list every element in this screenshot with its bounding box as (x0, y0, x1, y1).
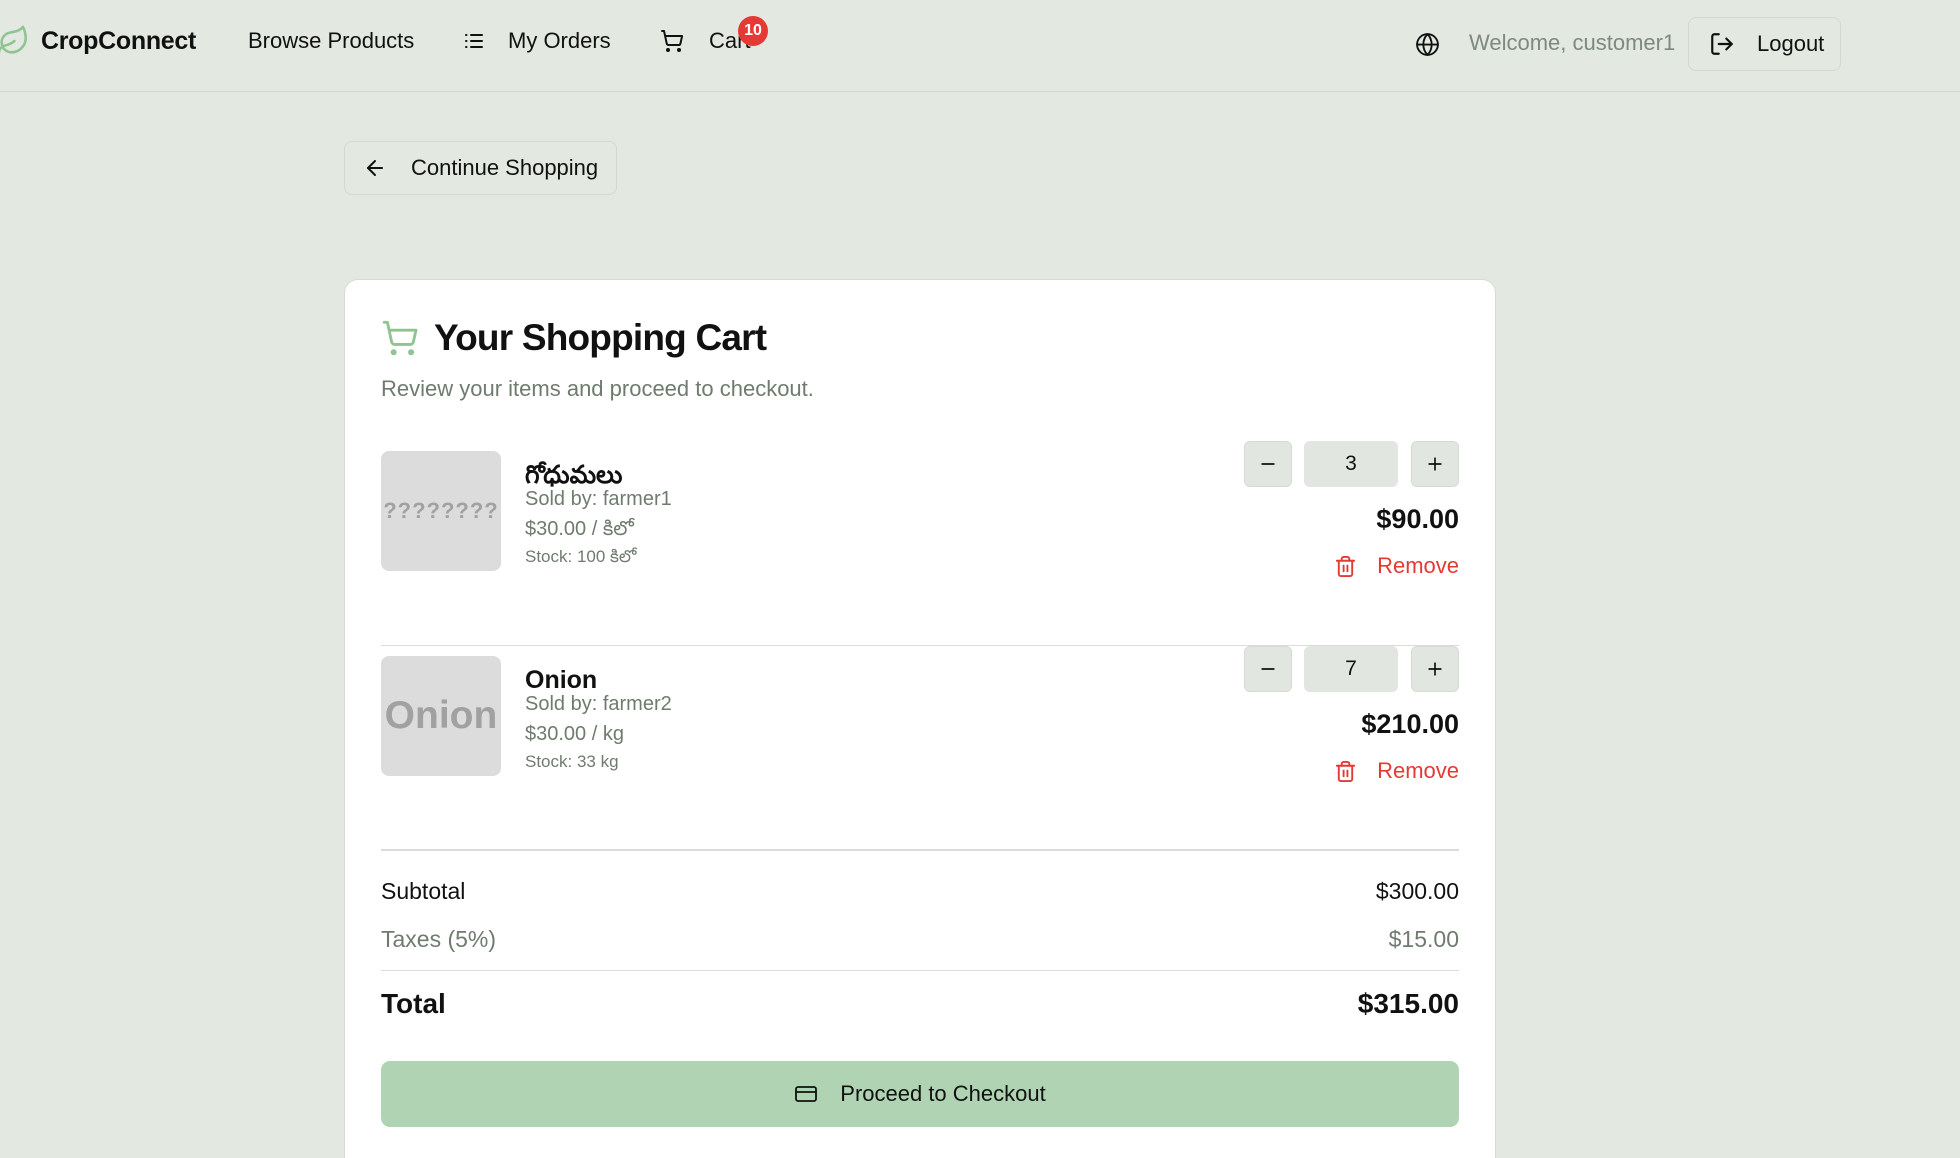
logout-icon (1711, 33, 1733, 55)
welcome-text: Welcome, customer1 (1469, 30, 1676, 55)
product-stock: Stock: 100 కిలో (525, 547, 637, 566)
cart-item: ???????? గోధుమలు Sold by: farmer1 $30.00… (381, 441, 1459, 646)
remove-item-button[interactable]: Remove (1334, 758, 1459, 784)
cart-card: Your Shopping Cart Review your items and… (344, 279, 1496, 1158)
arrow-left-icon (367, 160, 383, 176)
nav-orders-label: My Orders (508, 28, 611, 53)
page-subtitle: Review your items and proceed to checkou… (381, 376, 814, 401)
logout-label: Logout (1757, 31, 1825, 56)
nav-my-orders[interactable]: My Orders (462, 28, 611, 54)
product-stock: Stock: 33 kg (525, 752, 619, 771)
summary-divider (381, 849, 1459, 850)
total-label: Total (381, 988, 446, 1019)
top-navbar: CropConnect Browse Products My Orders Ca… (0, 0, 1960, 92)
product-image: ???????? (381, 451, 501, 571)
cart-item: Onion Onion Sold by: farmer2 $30.00 / kg… (381, 646, 1459, 851)
increase-quantity-button[interactable] (1411, 441, 1459, 487)
total-value: $315.00 (1357, 988, 1459, 1019)
remove-label: Remove (1377, 758, 1459, 783)
quantity-input[interactable]: 3 (1304, 441, 1398, 487)
list-icon (465, 34, 483, 48)
page-title: Your Shopping Cart (434, 317, 767, 358)
globe-icon[interactable] (1415, 32, 1440, 57)
tax-value: $15.00 (1388, 926, 1459, 952)
plus-icon (1428, 662, 1442, 676)
minus-icon (1261, 668, 1275, 670)
nav-browse-products[interactable]: Browse Products (248, 28, 414, 54)
cart-title-row: Your Shopping Cart (381, 317, 767, 359)
trash-icon (1335, 760, 1356, 782)
logout-button[interactable]: Logout (1688, 17, 1841, 71)
cart-icon (661, 30, 684, 52)
brand-name: CropConnect (41, 26, 197, 55)
proceed-to-checkout-button[interactable]: Proceed to Checkout (381, 1061, 1459, 1127)
checkout-label: Proceed to Checkout (840, 1081, 1046, 1106)
quantity-input[interactable]: 7 (1304, 646, 1398, 692)
remove-item-button[interactable]: Remove (1334, 553, 1459, 579)
credit-card-icon (795, 1086, 818, 1102)
nav-cart[interactable]: Cart (660, 28, 751, 54)
remove-label: Remove (1377, 553, 1459, 578)
product-price: $30.00 / కిలో (525, 518, 634, 540)
line-total: $90.00 (1376, 504, 1459, 534)
continue-shopping-label: Continue Shopping (411, 155, 599, 180)
cart-icon (382, 320, 418, 356)
leaf-icon (0, 25, 28, 55)
cart-count-badge: 10 (738, 16, 768, 46)
product-seller: Sold by: farmer2 (525, 693, 672, 715)
trash-icon (1335, 555, 1356, 577)
tax-label: Taxes (5%) (381, 926, 497, 952)
increase-quantity-button[interactable] (1411, 646, 1459, 692)
minus-icon (1261, 463, 1275, 465)
product-image: Onion (381, 656, 501, 776)
product-seller: Sold by: farmer1 (525, 488, 672, 510)
brand[interactable]: CropConnect (0, 24, 196, 58)
total-row: Total $315.00 (381, 988, 1459, 1020)
nav-browse-label: Browse Products (248, 28, 415, 53)
continue-shopping-button[interactable]: Continue Shopping (344, 141, 617, 195)
subtotal-row: Subtotal $300.00 (381, 878, 1459, 905)
tax-row: Taxes (5%) $15.00 (381, 926, 1459, 953)
product-price: $30.00 / kg (525, 723, 624, 745)
product-name: Onion (525, 666, 598, 694)
decrease-quantity-button[interactable] (1244, 441, 1292, 487)
subtotal-value: $300.00 (1375, 878, 1459, 904)
plus-icon (1428, 457, 1442, 471)
line-total: $210.00 (1361, 709, 1459, 739)
subtotal-label: Subtotal (381, 878, 466, 904)
decrease-quantity-button[interactable] (1244, 646, 1292, 692)
total-divider (381, 970, 1459, 971)
